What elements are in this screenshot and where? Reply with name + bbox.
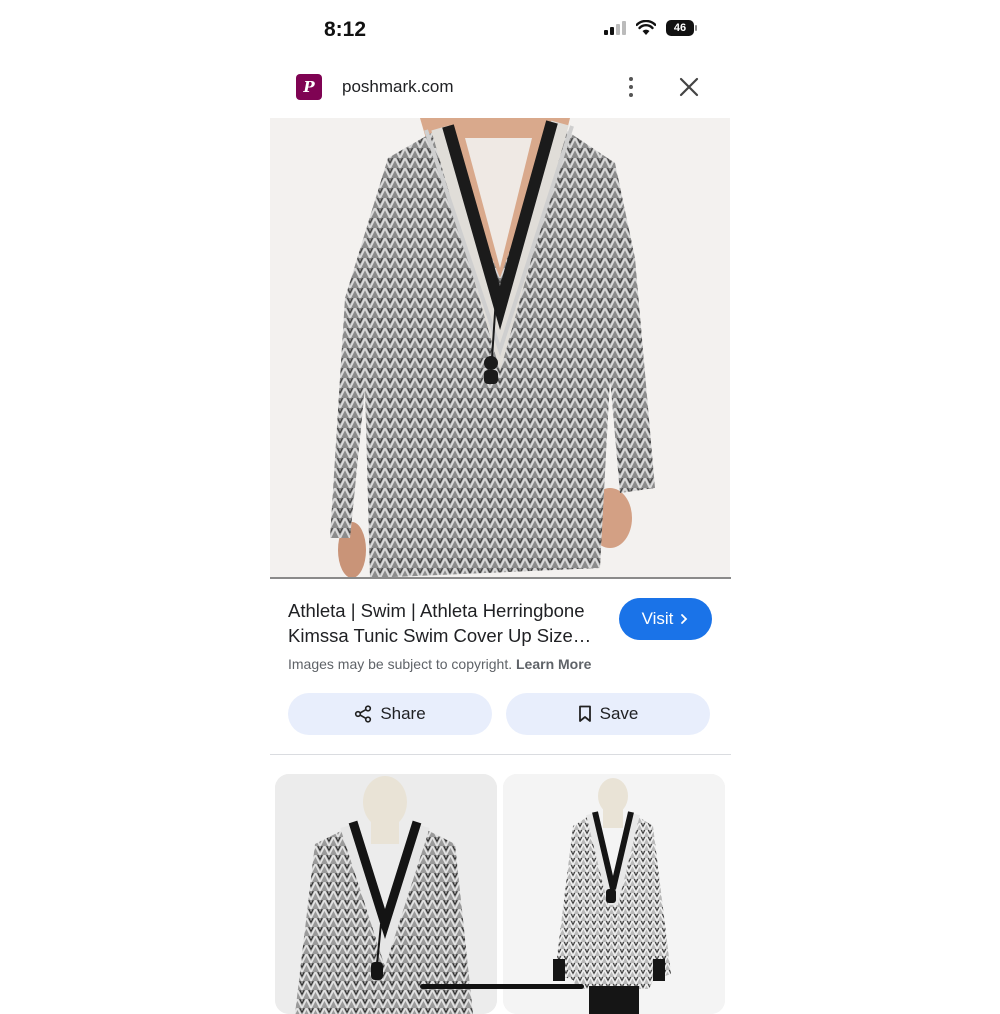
close-icon[interactable] [678,76,700,98]
cellular-signal-icon [604,21,626,35]
tunic-photo [270,118,730,578]
image-divider [270,577,731,579]
related-image-1[interactable] [275,774,497,1014]
source-header: P poshmark.com [290,66,710,108]
main-product-image[interactable] [270,118,730,578]
result-title[interactable]: Athleta | Swim | Athleta Herringbone Kim… [288,598,608,648]
status-time: 8:12 [324,18,367,41]
more-options-button[interactable] [624,74,638,100]
visit-label: Visit [641,609,674,628]
section-divider [270,754,731,755]
battery-level: 46 [673,22,687,34]
copyright-notice: Images may be subject to copyright. Lear… [288,656,591,672]
mannequin-tunic-photo [275,774,497,1014]
status-icons: 46 [604,20,697,36]
result-title-line1: Athleta | Swim | Athleta Herringbone [288,600,585,621]
wifi-icon [636,20,656,35]
share-icon [355,705,372,723]
related-image-2[interactable] [503,774,725,1014]
share-label: Share [380,704,426,723]
bookmark-icon [578,705,591,722]
result-title-line2: Kimssa Tunic Swim Cover Up Size… [288,625,592,646]
source-site-name[interactable]: poshmark.com [342,77,453,97]
share-button[interactable]: Share [288,693,492,735]
poshmark-logo-icon: P [296,74,322,100]
chevron-right-icon [681,614,688,624]
home-indicator[interactable] [420,984,584,989]
learn-more-link[interactable]: Learn More [516,656,591,672]
mannequin-tunic-photo [503,774,725,1014]
visit-button[interactable]: Visit [619,598,712,640]
battery-icon: 46 [666,20,697,36]
save-label: Save [599,704,639,723]
copyright-text: Images may be subject to copyright. [288,656,513,672]
save-button[interactable]: Save [506,693,710,735]
